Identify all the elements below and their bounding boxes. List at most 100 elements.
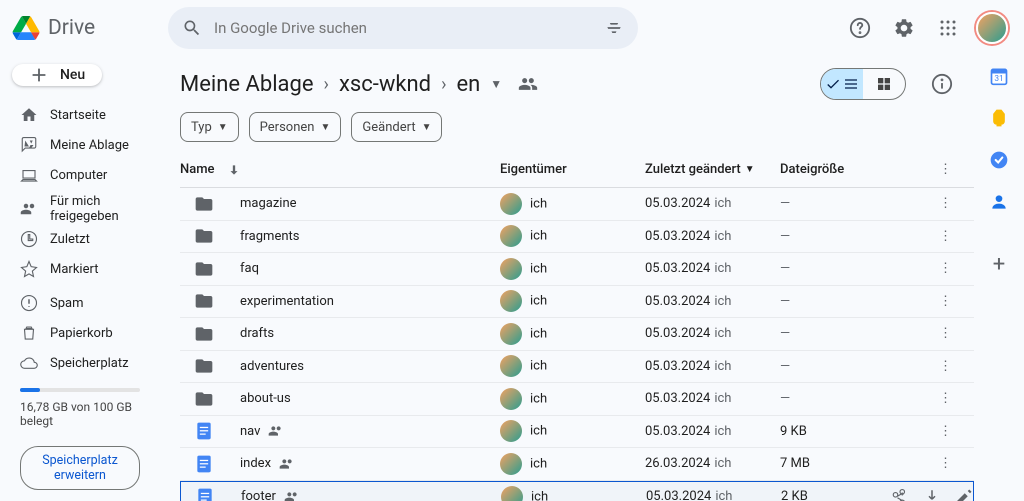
download-icon[interactable] bbox=[923, 488, 941, 501]
owner-name: ich bbox=[530, 424, 547, 439]
arrow-down-icon[interactable] bbox=[227, 163, 241, 177]
file-name: experimentation bbox=[240, 294, 334, 309]
account-avatar[interactable] bbox=[976, 12, 1008, 44]
file-row[interactable]: faqich05.03.2024 ich—⋮ bbox=[180, 253, 974, 286]
owner-name: ich bbox=[530, 196, 547, 211]
sidebar-item-drive[interactable]: Meine Ablage bbox=[8, 130, 152, 160]
shared-icon bbox=[268, 423, 284, 439]
owner-avatar bbox=[500, 323, 522, 345]
search-options-icon[interactable] bbox=[604, 18, 624, 38]
file-row[interactable]: footerich05.03.2024 ich2 KB⋮ bbox=[180, 481, 974, 501]
header-more-button[interactable]: ⋮ bbox=[933, 162, 958, 177]
file-name: adventures bbox=[240, 359, 304, 374]
calendar-icon[interactable]: 31 bbox=[989, 66, 1009, 86]
new-button[interactable]: Neu bbox=[12, 64, 102, 86]
sidebar-item-cloud[interactable]: Speicherplatz bbox=[8, 348, 152, 378]
sidebar-item-label: Startseite bbox=[50, 108, 106, 123]
row-more-button[interactable]: ⋮ bbox=[933, 261, 958, 276]
col-name-header[interactable]: Name bbox=[180, 162, 215, 177]
settings-button[interactable] bbox=[888, 12, 920, 44]
apps-icon bbox=[939, 19, 957, 37]
filter-type[interactable]: Typ▼ bbox=[180, 112, 239, 142]
apps-button[interactable] bbox=[932, 12, 964, 44]
owner-name: ich bbox=[530, 359, 547, 374]
file-row[interactable]: navich05.03.2024 ich9 KB⋮ bbox=[180, 416, 974, 449]
sidebar-item-label: Papierkorb bbox=[50, 326, 113, 341]
col-size-header[interactable]: Dateigröße bbox=[780, 162, 844, 177]
owner-name: ich bbox=[530, 456, 547, 471]
modified-date: 05.03.2024 bbox=[645, 359, 710, 374]
modified-by: ich bbox=[715, 489, 732, 501]
logo-area[interactable]: Drive bbox=[12, 16, 160, 40]
owner-name: ich bbox=[530, 326, 547, 341]
search-icon bbox=[182, 18, 202, 38]
file-row[interactable]: adventuresich05.03.2024 ich—⋮ bbox=[180, 351, 974, 384]
row-more-button[interactable]: ⋮ bbox=[933, 391, 958, 406]
file-size: — bbox=[780, 294, 790, 309]
shared-icon bbox=[279, 456, 295, 472]
search-input[interactable] bbox=[214, 19, 592, 37]
breadcrumb-folder-1[interactable]: xsc-wknd bbox=[339, 72, 431, 97]
modified-date: 26.03.2024 bbox=[645, 456, 710, 471]
add-addon-button[interactable]: + bbox=[993, 252, 1005, 277]
breadcrumb-root[interactable]: Meine Ablage bbox=[180, 72, 314, 97]
sidebar-item-home[interactable]: Startseite bbox=[8, 100, 152, 130]
people-icon[interactable] bbox=[518, 74, 538, 94]
table-header: Name Eigentümer Zuletzt geändert ▼ Dateig… bbox=[180, 152, 974, 188]
help-button[interactable] bbox=[844, 12, 876, 44]
row-more-button[interactable]: ⋮ bbox=[933, 359, 958, 374]
filter-row: Typ▼ Personen▼ Geändert▼ bbox=[180, 108, 974, 152]
sidebar-item-star[interactable]: Markiert bbox=[8, 254, 152, 284]
info-button[interactable] bbox=[926, 68, 958, 100]
file-row[interactable]: fragmentsich05.03.2024 ich—⋮ bbox=[180, 221, 974, 254]
storage-text: 16,78 GB von 100 GB belegt bbox=[20, 400, 132, 428]
row-more-button[interactable]: ⋮ bbox=[933, 326, 958, 341]
row-more-button[interactable]: ⋮ bbox=[933, 456, 958, 471]
file-size: — bbox=[780, 326, 790, 341]
chevron-right-icon: › bbox=[441, 74, 446, 95]
expand-storage-button[interactable]: Speicherplatz erweitern bbox=[20, 446, 140, 490]
modified-date: 05.03.2024 bbox=[645, 294, 710, 309]
row-more-button[interactable]: ⋮ bbox=[933, 424, 958, 439]
tasks-icon[interactable] bbox=[989, 150, 1009, 170]
sidebar-item-shared[interactable]: Für mich freigegeben bbox=[8, 194, 152, 224]
col-owner-header[interactable]: Eigentümer bbox=[500, 162, 567, 177]
chevron-down-icon[interactable]: ▼ bbox=[490, 77, 502, 91]
row-more-button[interactable]: ⋮ bbox=[933, 196, 958, 211]
file-name: index bbox=[240, 456, 271, 471]
sidebar-item-spam[interactable]: Spam bbox=[8, 288, 152, 318]
file-size: 7 MB bbox=[780, 456, 810, 471]
breadcrumb-current[interactable]: en bbox=[456, 72, 480, 97]
sidebar-item-trash[interactable]: Papierkorb bbox=[8, 318, 152, 348]
row-more-button[interactable]: ⋮ bbox=[933, 294, 958, 309]
file-row[interactable]: about-usich05.03.2024 ich—⋮ bbox=[180, 383, 974, 416]
sidebar-item-recent[interactable]: Zuletzt bbox=[8, 224, 152, 254]
filter-people[interactable]: Personen▼ bbox=[249, 112, 342, 142]
file-row[interactable]: indexich26.03.2024 ich7 MB⋮ bbox=[180, 448, 974, 481]
row-more-button[interactable]: ⋮ bbox=[933, 229, 958, 244]
chevron-down-icon: ▼ bbox=[745, 164, 755, 175]
modified-by: ich bbox=[714, 196, 731, 211]
file-row[interactable]: magazineich05.03.2024 ich—⋮ bbox=[180, 188, 974, 221]
folder-icon bbox=[194, 226, 214, 246]
col-modified-header[interactable]: Zuletzt geändert bbox=[645, 162, 741, 177]
file-row[interactable]: draftsich05.03.2024 ich—⋮ bbox=[180, 318, 974, 351]
share-icon[interactable] bbox=[891, 488, 909, 501]
modified-by: ich bbox=[714, 359, 731, 374]
search-bar[interactable] bbox=[168, 7, 638, 49]
edit-icon[interactable] bbox=[955, 488, 973, 501]
drive-logo-icon bbox=[12, 16, 40, 40]
folder-icon bbox=[194, 259, 214, 279]
help-icon bbox=[849, 17, 871, 39]
grid-view-button[interactable] bbox=[863, 69, 905, 99]
breadcrumb: Meine Ablage › xsc-wknd › en ▼ bbox=[180, 72, 538, 97]
list-view-button[interactable] bbox=[821, 69, 863, 99]
contacts-icon[interactable] bbox=[989, 192, 1009, 212]
filter-modified[interactable]: Geändert▼ bbox=[351, 112, 442, 142]
file-size: — bbox=[780, 196, 790, 211]
sidebar-item-computer[interactable]: Computer bbox=[8, 160, 152, 190]
app-header: Drive bbox=[0, 0, 1024, 56]
file-row[interactable]: experimentationich05.03.2024 ich—⋮ bbox=[180, 286, 974, 319]
sidebar: Neu Startseite Meine AblageComputer Für m… bbox=[0, 0, 160, 501]
keep-icon[interactable] bbox=[989, 108, 1009, 128]
